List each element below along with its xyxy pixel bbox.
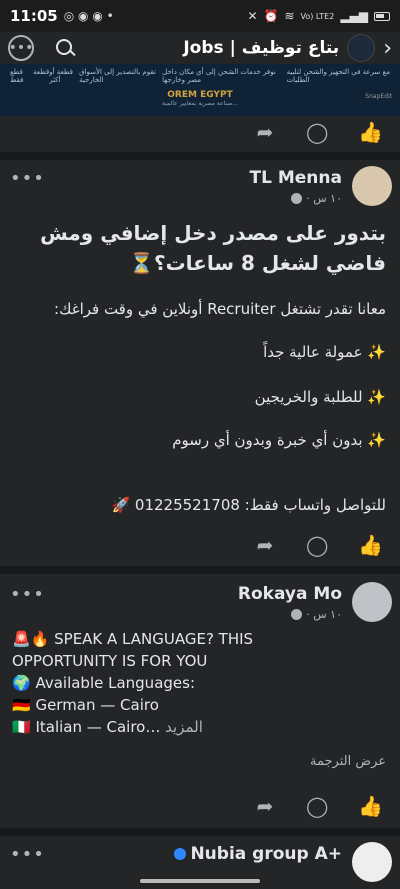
like-icon[interactable]: 👍 [358,795,383,817]
post-actions: ➦ ◯ 👍 [0,786,400,826]
author-name[interactable]: Rokaya Mo [238,584,342,604]
post-divider [0,566,400,574]
carrier-label: Vo) LTE2 [300,11,335,21]
post-line: ✨ عمولة عالية جداً [263,343,386,361]
post-actions: ➦ ◯ 👍 [0,525,400,565]
avatar[interactable] [352,166,392,206]
globe-icon [291,193,303,204]
post-header: ••• TL Menna ١٠ س · [0,162,400,208]
post-line: معانا تقدر تشتغل Recruiter أونلاين في وق… [54,300,386,318]
post-line: 🇩🇪 German — Cairo [12,696,159,714]
page-title: بتاع توظيف | Jobs [183,38,340,58]
post-time: ١٠ س · [306,608,342,621]
author-name[interactable]: TL Menna [250,168,342,188]
signal-icon: ▂▄▆ [340,9,368,23]
post-menu-icon[interactable]: ••• [10,844,45,865]
post-line: ✨ للطلبة والخريجين [254,388,386,406]
home-gesture-bar[interactable] [140,879,260,883]
group-avatar[interactable] [347,34,376,62]
comment-icon[interactable]: ◯ [306,795,328,817]
wifi-icon: ≋ [284,9,295,23]
author-name[interactable]: Nubia group A+ [174,844,342,864]
share-icon[interactable]: ➦ [254,121,276,143]
comment-icon[interactable]: ◯ [306,121,328,143]
avatar[interactable] [352,582,392,622]
avatar[interactable] [352,842,392,882]
search-icon[interactable] [54,37,76,59]
post-headline: بتدور على مصدر دخل إضافي ومش فاضي لشغل 8… [40,221,386,275]
post-meta: ١٠ س · [291,192,342,205]
post-time: ١٠ س · [306,192,342,205]
post-line: 🌍 Available Languages: [12,674,196,692]
back-chevron-icon[interactable]: › [383,36,392,61]
post-line: ✨ بدون أي خبرة وبدون أي رسوم [172,431,386,449]
see-more-link[interactable]: المزيد [165,718,203,736]
post-menu-icon[interactable]: ••• [10,168,45,189]
post-line: 🇮🇹 Italian — Cairo… المزيد [12,718,203,736]
post-line: 🚨🔥 SPEAK A LANGUAGE? THIS [12,630,254,648]
post-line: للتواصل واتساب فقط: 01225521708 🚀 [111,496,386,514]
mute-icon: ✕ [247,9,258,23]
post-header: ••• Nubia group A+ [0,838,400,884]
post-line: OPPORTUNITY IS FOR YOU [12,652,208,670]
post-actions: ➦ ◯ 👍 [0,112,400,152]
post-meta: ١٠ س · [291,608,342,621]
battery-icon [374,11,390,21]
more-options-icon[interactable]: ••• [8,35,34,61]
post-divider [0,152,400,160]
alarm-icon: ⏰ [263,9,279,23]
verified-icon [174,848,187,860]
clock: 11:05 [10,7,58,25]
notification-icons: ◎ ◉ ◉ • [63,9,114,23]
top-app-bar: ••• بتاع توظيف | Jobs › [0,32,400,64]
post-divider [0,828,400,836]
post-text: 🚨🔥 SPEAK A LANGUAGE? THIS OPPORTUNITY IS… [12,628,253,738]
share-icon[interactable]: ➦ [254,795,276,817]
banner-features: قطع فقط قطعة قطعة أو أكثر تقوم بالتصدير … [10,68,391,84]
see-translation-link[interactable]: عرض الترجمة [310,754,386,769]
status-right: ✕ ⏰ ≋ Vo) LTE2 ▂▄▆ [247,9,390,23]
banner-tagline: صناعة مصرية بمعايير عالمية... [162,100,238,107]
post-image-banner[interactable]: قطع فقط قطعة قطعة أو أكثر تقوم بالتصدير … [0,64,400,116]
status-bar: 11:05 ◎ ◉ ◉ • ✕ ⏰ ≋ Vo) LTE2 ▂▄▆ [0,0,400,32]
banner-watermark: SnapEdit [365,93,392,100]
post-header: ••• Rokaya Mo ١٠ س · [0,578,400,624]
like-icon[interactable]: 👍 [358,121,383,143]
comment-icon[interactable]: ◯ [306,534,328,556]
post-menu-icon[interactable]: ••• [10,584,45,605]
share-icon[interactable]: ➦ [254,534,276,556]
like-icon[interactable]: 👍 [358,534,383,556]
banner-brand: OREM EGYPT [167,90,233,100]
globe-icon [291,609,303,620]
